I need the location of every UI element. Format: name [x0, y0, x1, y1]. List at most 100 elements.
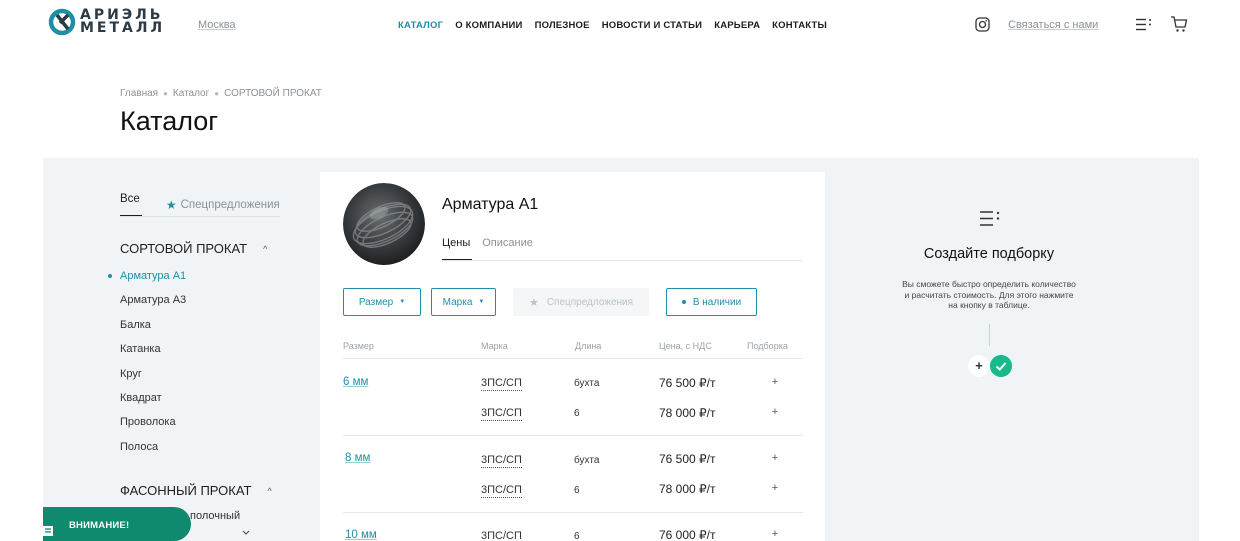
tab-prices[interactable]: Цены — [442, 237, 473, 261]
column-header-selection: Подборка — [747, 341, 788, 351]
size-link-8mm[interactable]: 8 мм — [345, 452, 370, 464]
column-header-size: Размер — [343, 341, 374, 351]
table-cell-mark[interactable]: 3ПС/СП — [481, 377, 522, 391]
table-divider — [343, 358, 803, 359]
nav-about[interactable]: О КОМПАНИИ — [455, 20, 522, 31]
tab-all[interactable]: Все — [120, 193, 142, 217]
table-cell-length: бухта — [574, 378, 600, 389]
sidebar-item-partial[interactable]: полочный — [190, 510, 240, 522]
table-divider — [343, 512, 803, 513]
chevron-up-icon: ^ — [267, 485, 272, 496]
size-filter-dropdown[interactable]: Размер ▼ — [343, 288, 421, 316]
add-to-selection-button[interactable]: + — [765, 376, 785, 388]
sidebar-item-provoloka[interactable]: Проволока — [120, 415, 186, 439]
special-offers-filter[interactable]: ★ Спецпредложения — [513, 288, 649, 316]
selection-description-line: на кнопку в таблице. — [948, 300, 1030, 310]
caret-down-icon: ▼ — [478, 299, 485, 305]
table-cell-length: 6 — [574, 408, 580, 419]
breadcrumb: Главная ● Каталог ● СОРТОВОЙ ПРОКАТ — [120, 88, 322, 99]
check-icon — [990, 355, 1012, 377]
nav-career[interactable]: КАРЬЕРА — [714, 20, 760, 31]
list-icon — [980, 211, 1000, 226]
table-cell-price: 78 000 ₽/т — [659, 482, 716, 496]
logo-text: АРИЭЛЬ МЕТАЛЛ — [80, 8, 166, 36]
add-to-selection-button[interactable]: + — [765, 482, 785, 494]
logo[interactable]: АРИЭЛЬ МЕТАЛЛ — [48, 8, 165, 36]
add-to-selection-button[interactable]: + — [765, 406, 785, 418]
attention-badge[interactable]: ВНИМАНИЕ! — [43, 507, 191, 541]
plus-icon: + — [968, 355, 990, 377]
tab-description[interactable]: Описание — [482, 237, 533, 249]
sidebar-item-kvadrat[interactable]: Квадрат — [120, 391, 186, 415]
category-long-products[interactable]: СОРТОВОЙ ПРОКАТ ^ — [120, 241, 267, 256]
in-stock-filter-label: В наличии — [692, 296, 742, 308]
breadcrumb-home[interactable]: Главная — [120, 88, 158, 99]
size-link-10mm[interactable]: 10 мм — [345, 529, 377, 541]
column-header-price: Цена, с НДС — [659, 341, 712, 351]
size-link-6mm[interactable]: 6 мм — [343, 376, 368, 388]
attention-label: ВНИМАНИЕ! — [69, 520, 130, 531]
product-image — [343, 183, 425, 265]
divider — [442, 260, 802, 261]
mark-filter-label: Марка — [442, 296, 473, 308]
page-title: Каталог — [120, 106, 219, 136]
add-to-selection-button[interactable]: + — [765, 452, 785, 464]
category-label: ФАСОННЫЙ ПРОКАТ — [120, 483, 252, 498]
connector-line — [989, 324, 990, 346]
table-cell-length: 6 — [574, 485, 580, 496]
mark-filter-dropdown[interactable]: Марка ▼ — [431, 288, 496, 316]
add-to-selection-button[interactable]: + — [765, 528, 785, 540]
sidebar-item-balka[interactable]: Балка — [120, 318, 186, 342]
list-icon[interactable] — [1136, 18, 1152, 31]
nav-catalog[interactable]: КАТАЛОГ — [398, 20, 443, 31]
size-filter-label: Размер — [358, 296, 394, 308]
sidebar-item-armatura-a3[interactable]: Арматура А3 — [120, 293, 186, 317]
nav-contacts[interactable]: КОНТАКТЫ — [772, 20, 827, 31]
table-cell-price: 76 500 ₽/т — [659, 376, 716, 390]
category-label: СОРТОВОЙ ПРОКАТ — [120, 241, 248, 256]
product-title: Арматура А1 — [442, 196, 539, 213]
selection-description-line: и расчитать стоимость. Для этого нажмите — [904, 289, 1074, 300]
sidebar-category-list: Арматура А1 Арматура А3 Балка Катанка Кр… — [107, 269, 186, 464]
table-cell-mark[interactable]: 3ПС/СП — [481, 484, 522, 498]
cart-icon[interactable] — [1170, 15, 1188, 33]
table-cell-length: бухта — [574, 455, 600, 466]
site-header: АРИЭЛЬ МЕТАЛЛ Москва КАТАЛОГ О КОМПАНИИ … — [0, 0, 1240, 50]
logo-line-2: МЕТАЛЛ — [80, 20, 166, 36]
selection-description: Вы сможете быстро определить количество … — [864, 279, 1114, 311]
table-cell-price: 76 500 ₽/т — [659, 452, 716, 466]
in-stock-filter[interactable]: В наличии — [666, 288, 757, 316]
tab-special-offers-label: Спецпредложения — [180, 199, 280, 211]
table-cell-mark[interactable]: 3ПС/СП — [481, 407, 522, 421]
main-nav: КАТАЛОГ О КОМПАНИИ ПОЛЕЗНОЕ НОВОСТИ И СТ… — [398, 20, 827, 31]
table-cell-price: 78 000 ₽/т — [659, 406, 716, 420]
nav-useful[interactable]: ПОЛЕЗНОЕ — [535, 20, 590, 31]
breadcrumb-separator: ● — [163, 89, 168, 98]
caret-down-icon: ▼ — [399, 299, 406, 305]
nav-news[interactable]: НОВОСТИ И СТАТЬИ — [602, 20, 703, 31]
sidebar-item-armatura-a1[interactable]: Арматура А1 — [107, 269, 186, 293]
table-cell-mark[interactable]: 3ПС/СП — [481, 454, 522, 468]
breadcrumb-catalog[interactable]: Каталог — [173, 88, 209, 99]
product-tabs: Цены Описание — [442, 237, 533, 261]
selection-description-line: Вы сможете быстро определить количество — [902, 279, 1076, 289]
sidebar-item-polosa[interactable]: Полоса — [120, 440, 186, 464]
breadcrumb-separator: ● — [214, 89, 220, 98]
city-selector[interactable]: Москва — [198, 19, 236, 31]
instagram-icon[interactable] — [975, 17, 990, 32]
divider — [120, 216, 280, 217]
table-cell-mark[interactable]: 3ПС/СП — [481, 530, 522, 541]
chevron-up-icon: ^ — [263, 243, 268, 254]
table-cell-price: 76 000 ₽/т — [659, 528, 716, 541]
logo-icon — [48, 8, 76, 36]
dot-icon — [681, 300, 686, 304]
sidebar-item-katanka[interactable]: Катанка — [120, 342, 186, 366]
warning-icon — [43, 526, 53, 536]
sidebar-item-krug[interactable]: Круг — [120, 367, 186, 391]
table-cell-length: 6 — [574, 531, 580, 541]
tab-special-offers[interactable]: ★ Спецпредложения — [166, 193, 280, 217]
contact-us-link[interactable]: Связаться с нами — [1008, 19, 1098, 31]
star-icon: ★ — [528, 296, 539, 309]
sidebar-tabs: Все ★ Спецпредложения — [120, 193, 280, 217]
category-shaped-products[interactable]: ФАСОННЫЙ ПРОКАТ ^ — [120, 483, 272, 498]
